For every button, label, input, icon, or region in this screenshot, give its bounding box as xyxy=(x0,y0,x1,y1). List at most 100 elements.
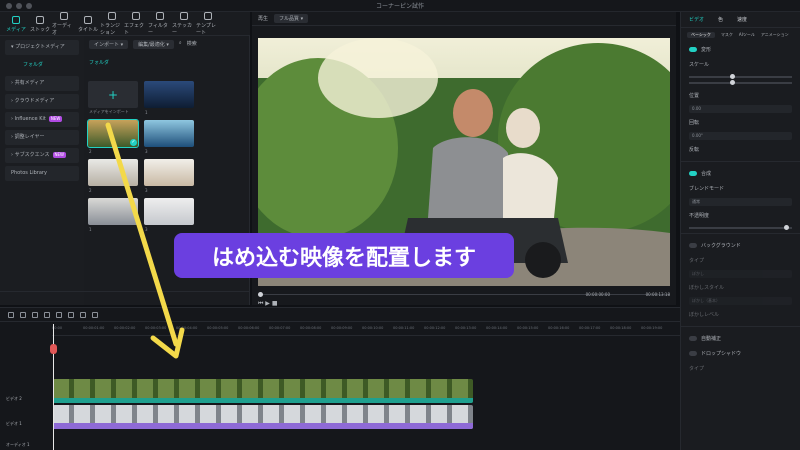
blend-dropdown[interactable]: 通常 xyxy=(689,198,792,206)
subtab-ai[interactable]: AIツール xyxy=(739,32,755,38)
tool-media[interactable]: メディア xyxy=(4,12,28,36)
media-grid: + メディアをインポート 1 2 ✓ 3 2 3 1 3 xyxy=(87,81,194,232)
title-icon xyxy=(84,15,92,24)
blur-style-dropdown[interactable]: ぼかし（基本） xyxy=(689,297,792,305)
delete-icon[interactable] xyxy=(32,311,38,318)
ruler-tick: 00:00:14:00 xyxy=(486,326,508,330)
auto-enhance-toggle[interactable] xyxy=(689,336,697,341)
auto-enhance-row[interactable]: 自動補正 xyxy=(681,331,800,346)
tab-speed[interactable]: 速度 xyxy=(737,16,747,23)
tool-title[interactable]: タイトル xyxy=(76,12,100,36)
color-icon[interactable] xyxy=(92,311,98,318)
cut-icon[interactable] xyxy=(44,311,50,318)
transition-icon xyxy=(108,12,116,20)
text-icon[interactable] xyxy=(68,311,74,318)
sidebar-item-cloud[interactable]: › クラウドメディア xyxy=(5,94,79,109)
transform-row[interactable]: 変形 xyxy=(681,42,800,57)
ruler-tick: 00:00:16:00 xyxy=(548,326,570,330)
check-icon: ✓ xyxy=(130,139,137,146)
media-thumb[interactable]: 3 xyxy=(144,120,194,154)
sidebar-item-influence[interactable]: › Influence Kit NEW xyxy=(5,112,79,127)
background-toggle[interactable] xyxy=(689,243,697,248)
ruler-tick: 00:00:02:00 xyxy=(114,326,136,330)
folder-label: フォルダ xyxy=(89,60,110,66)
template-icon xyxy=(204,12,212,20)
tutorial-callout: はめ込む映像を配置します xyxy=(174,233,514,278)
tool-audio[interactable]: オーディオ xyxy=(52,12,76,36)
current-time: 00:00:00:00 xyxy=(585,292,610,297)
redo-icon[interactable] xyxy=(20,311,26,318)
track-label-video2: ビデオ 2 xyxy=(6,396,22,401)
tab-video[interactable]: ビデオ xyxy=(689,16,704,23)
track-label-audio1: オーディオ 1 xyxy=(6,442,30,447)
sidebar-item-project-media[interactable]: ▾ プロジェクトメディア xyxy=(5,40,79,55)
subtab-mask[interactable]: マスク xyxy=(721,32,733,38)
video-clip-1[interactable] xyxy=(53,405,473,429)
composite-row[interactable]: 合成 xyxy=(681,166,800,181)
tool-transition[interactable]: トランジション xyxy=(100,12,124,36)
composite-toggle[interactable] xyxy=(689,171,697,176)
scale-label: スケール xyxy=(689,62,710,68)
undo-icon[interactable] xyxy=(8,311,14,318)
window-title: コーナーピン試作 xyxy=(375,3,424,10)
shadow-toggle[interactable] xyxy=(689,351,697,356)
stock-icon xyxy=(36,15,44,24)
import-dropdown[interactable]: インポート ▾ xyxy=(89,40,129,49)
import-media-tile[interactable]: + メディアをインポート xyxy=(88,81,138,114)
title-bar: コーナーピン試作 xyxy=(0,0,800,12)
scrub-handle[interactable] xyxy=(258,292,263,297)
media-thumb-selected[interactable]: 2 ✓ xyxy=(87,119,139,154)
ruler-tick: 00:00:05:00 xyxy=(207,326,229,330)
sidebar-item-photos[interactable]: Photos Library xyxy=(5,166,79,181)
type-dropdown[interactable]: ぼかし xyxy=(689,270,792,278)
scale-x-slider[interactable] xyxy=(689,74,792,79)
blur-level-label: ぼかしレベル xyxy=(689,312,720,318)
playhead[interactable] xyxy=(53,324,54,450)
tool-effect[interactable]: エフェクト xyxy=(124,12,148,36)
tool-sticker[interactable]: ステッカー xyxy=(172,12,196,36)
sidebar-item-adjust-layer[interactable]: › 調整レイヤー xyxy=(5,130,79,145)
sidebar-item-shared[interactable]: › 共有メディア xyxy=(5,76,79,91)
transform-toggle[interactable] xyxy=(689,47,697,52)
tool-stock[interactable]: ストック xyxy=(28,12,52,36)
media-thumb[interactable]: 1 xyxy=(144,81,194,115)
crop-icon[interactable] xyxy=(56,311,62,318)
speed-icon[interactable] xyxy=(80,311,86,318)
playback-tab[interactable]: 再生 xyxy=(258,15,268,22)
tab-color[interactable]: 色 xyxy=(718,16,723,23)
media-thumb[interactable]: 1 xyxy=(88,198,138,232)
position-label: 位置 xyxy=(689,93,700,99)
timeline-toolbar xyxy=(0,308,680,322)
sidebar-item-subsequence[interactable]: › サブスクエンス NEW xyxy=(5,148,79,163)
rotation-field[interactable]: 0.00° xyxy=(689,132,792,140)
filter-icon xyxy=(156,12,164,20)
search-icon[interactable]: ⌕ xyxy=(179,40,182,49)
subtab-animation[interactable]: アニメーション xyxy=(761,32,789,38)
quality-dropdown[interactable]: フル品質 ▾ xyxy=(274,14,309,23)
track-label-video1: ビデオ 1 xyxy=(6,421,22,426)
media-icon xyxy=(12,15,20,24)
tool-template[interactable]: テンプレート xyxy=(196,12,220,36)
scale-y-slider[interactable] xyxy=(689,80,792,85)
tool-filter[interactable]: フィルター xyxy=(148,12,172,36)
media-thumb[interactable]: 3 xyxy=(144,198,194,232)
ruler-tick: 00:00:12:00 xyxy=(424,326,446,330)
opacity-slider[interactable] xyxy=(689,225,792,230)
preview-scrubber[interactable]: 00:00:00:00 00:00:13:18 ⏮ ▶ ■ xyxy=(258,292,670,307)
background-row[interactable]: バックグラウンド xyxy=(681,238,800,253)
time-ruler[interactable]: 00:00 00:00:01:00 00:00:02:00 00:00:03:00 00… xyxy=(52,324,680,336)
sidebar-item-folder[interactable]: フォルダ xyxy=(5,58,79,73)
video-clip-2[interactable] xyxy=(53,379,473,403)
search-input[interactable]: 検索 xyxy=(187,40,197,49)
ruler-tick: 00:00:07:00 xyxy=(269,326,291,330)
media-thumb[interactable]: 3 xyxy=(144,159,194,193)
shadow-row[interactable]: ドロップシャドウ xyxy=(681,346,800,361)
subtab-basic[interactable]: ベーシック xyxy=(687,32,715,38)
media-thumb[interactable]: 2 xyxy=(88,159,138,193)
app-window: コーナーピン試作 メディア ストック オーディオ タイトル トランジション エフ… xyxy=(0,0,800,450)
preview-bar: 再生 フル品質 ▾ xyxy=(252,12,676,26)
ruler-tick: 00:00:03:00 xyxy=(145,326,167,330)
playhead-handle[interactable] xyxy=(50,344,57,354)
sort-dropdown[interactable]: 編集/最適化 ▾ xyxy=(133,40,174,49)
position-x-field[interactable]: 0.00 xyxy=(689,105,792,113)
